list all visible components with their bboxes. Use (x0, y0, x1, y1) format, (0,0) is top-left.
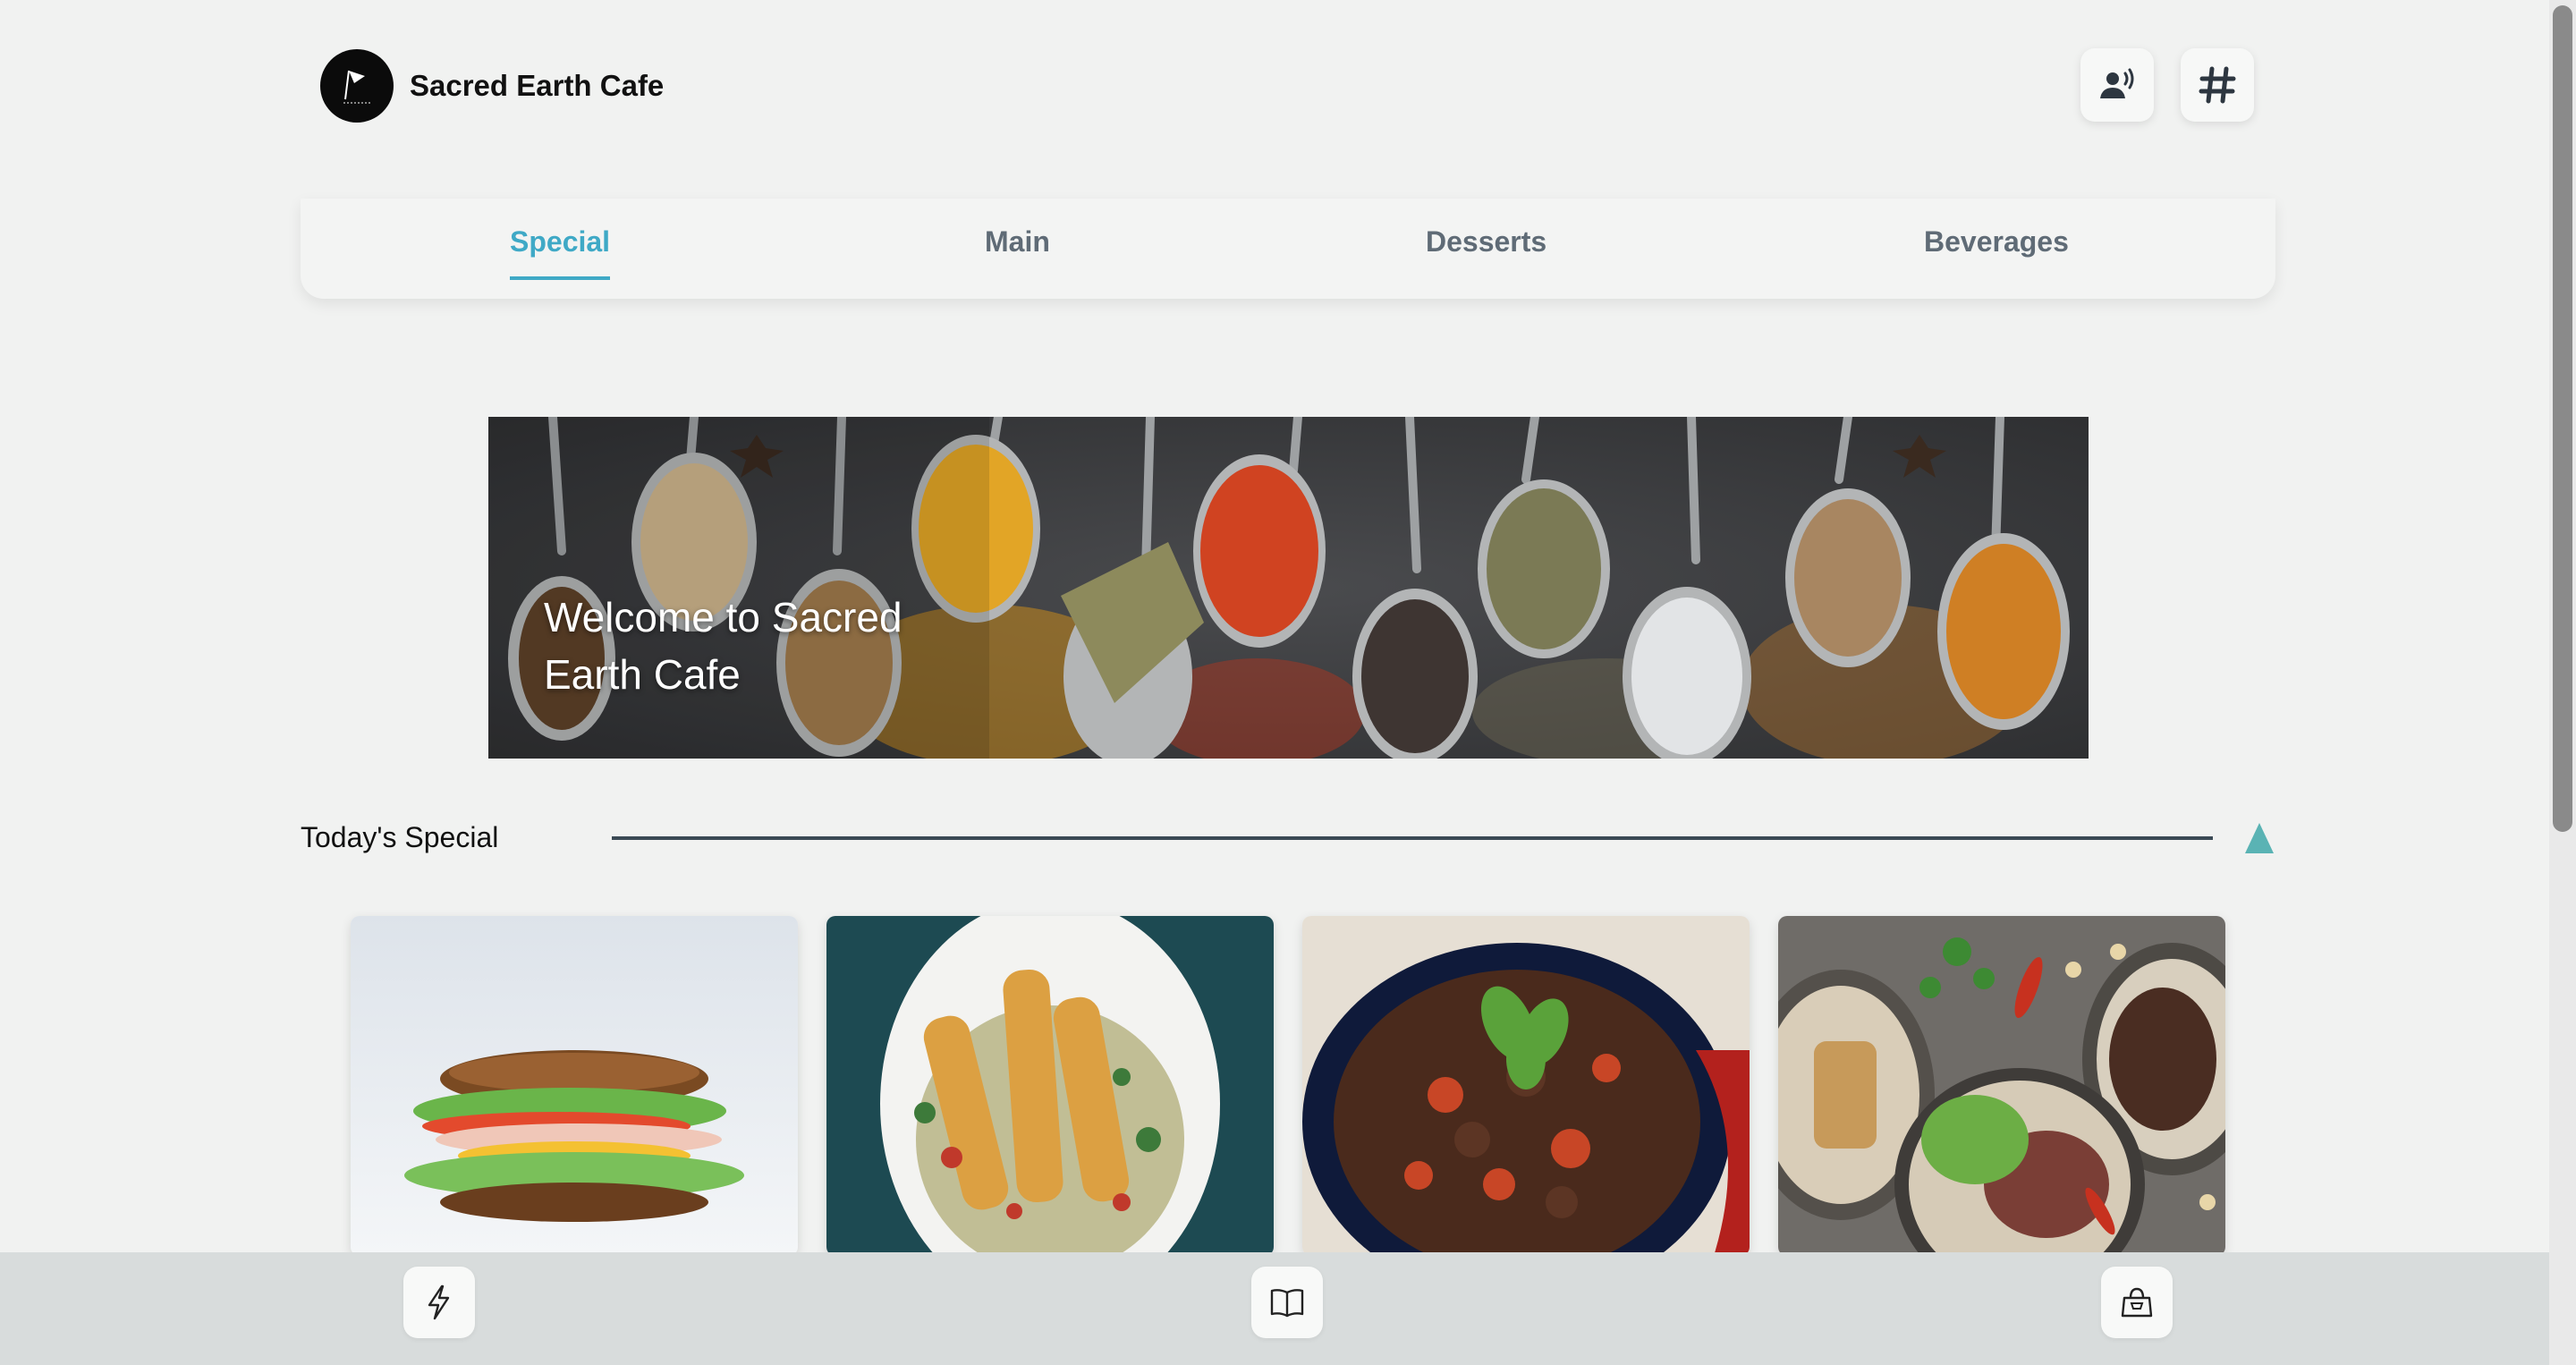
welcome-banner: Welcome to Sacred Earth Cafe (488, 417, 2089, 759)
brand-name: Sacred Earth Cafe (410, 69, 665, 102)
section-title: Today's Special (301, 821, 499, 853)
scrollbar-thumb[interactable] (2553, 5, 2572, 832)
cart-button[interactable] (2101, 1267, 2173, 1338)
spices-banner-image (488, 417, 2089, 759)
bottom-navigation (0, 1252, 2549, 1365)
lightning-icon (428, 1284, 450, 1320)
stir-fry-bowl-photo (1302, 916, 1750, 1256)
skewers-photo (826, 916, 1274, 1256)
quick-order-button[interactable] (403, 1267, 475, 1338)
tab-desserts[interactable]: Desserts (1426, 225, 1546, 276)
waiter-bell-icon (2100, 68, 2134, 98)
triangle-up-icon[interactable] (2243, 821, 2275, 855)
special-card-sandwich[interactable] (351, 916, 798, 1256)
shopping-bag-icon (2121, 1287, 2153, 1318)
menu-button[interactable] (1251, 1267, 1323, 1338)
call-waiter-button[interactable] (2080, 48, 2154, 122)
banner-title: Welcome to Sacred Earth Cafe (544, 594, 902, 698)
site-header: Sacred Earth Cafe (320, 49, 664, 123)
book-icon (1270, 1289, 1304, 1318)
special-card-stir-fry[interactable] (1302, 916, 1750, 1256)
tab-beverages[interactable]: Beverages (1924, 225, 2069, 276)
hash-icon (2199, 66, 2236, 104)
special-card-skewers[interactable] (826, 916, 1274, 1256)
sandwich-photo (351, 916, 798, 1256)
category-tabs: Special Main Desserts Beverages (301, 199, 2275, 299)
tab-main[interactable]: Main (985, 225, 1050, 276)
section-divider (612, 836, 2213, 840)
table-number-button[interactable] (2181, 48, 2254, 122)
special-card-platter[interactable] (1778, 916, 2225, 1256)
tab-special[interactable]: Special (510, 225, 611, 280)
flag-logo-icon[interactable] (320, 49, 394, 123)
platter-photo (1778, 916, 2225, 1256)
